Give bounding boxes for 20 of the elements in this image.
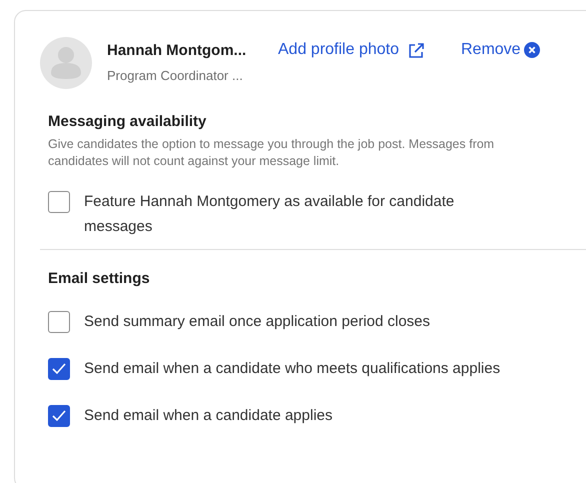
checkmark-icon xyxy=(51,361,67,377)
avatar-icon xyxy=(40,37,92,89)
checkbox[interactable] xyxy=(48,191,70,213)
checkbox[interactable] xyxy=(48,311,70,333)
profile-name: Hannah Montgom... xyxy=(107,42,248,59)
section-heading: Messaging availability xyxy=(48,113,208,130)
checkbox-label: Send email when a candidate applies xyxy=(84,406,334,426)
remove-link[interactable]: Remove xyxy=(460,41,540,59)
checkbox[interactable] xyxy=(48,358,70,380)
checkbox[interactable] xyxy=(48,405,70,427)
external-link-icon xyxy=(408,42,425,58)
checkbox-label: Feature Hannah Montgomery as available for candidate messages xyxy=(84,192,456,237)
checkbox-label: Send summary email once application period closes xyxy=(84,312,432,332)
close-icon xyxy=(524,42,540,58)
checkmark-icon xyxy=(51,408,67,424)
section-heading: Email settings xyxy=(48,270,151,287)
checkbox-label: Send email when a candidate who meets qualifications applies xyxy=(84,359,502,379)
profile-title: Program Coordinator ... xyxy=(107,68,244,83)
section-description: Give candidates the option to message you through the job post. Messages from candidates will not count against your message limit. xyxy=(48,136,496,170)
add-profile-photo-link[interactable]: Add profile photo xyxy=(278,41,425,59)
